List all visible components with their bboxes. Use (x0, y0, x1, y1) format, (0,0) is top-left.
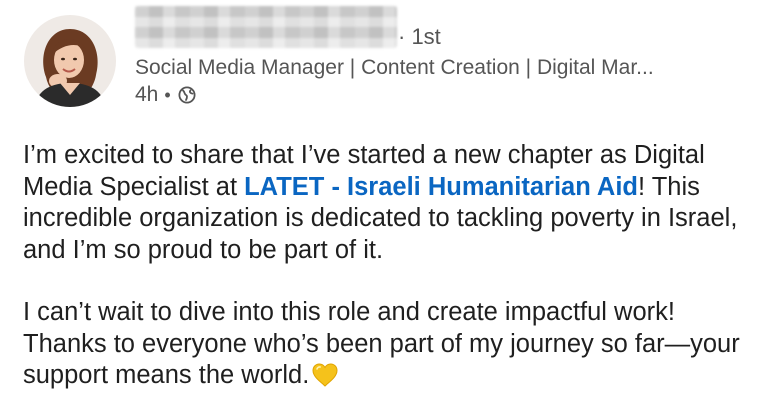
author-avatar[interactable] (24, 15, 116, 107)
author-headline: Social Media Manager | Content Creation … (135, 56, 654, 79)
post-paragraph-2: I can’t wait to dive into this role and … (23, 297, 758, 392)
author-name-redacted[interactable] (135, 6, 397, 48)
post-body: I’m excited to share that I’ve started a… (23, 140, 758, 392)
meta-separator: • (164, 84, 171, 105)
post-time: 4h (135, 83, 159, 106)
linkedin-post: · 1st Social Media Manager | Content Cre… (0, 0, 768, 420)
globe-icon (178, 86, 196, 104)
connection-degree: · 1st (398, 24, 441, 49)
post-meta: 4h • (135, 82, 196, 108)
company-link[interactable]: LATET - Israeli Humanitarian Aid (244, 173, 638, 201)
post-paragraph-1: I’m excited to share that I’ve started a… (23, 140, 758, 266)
paragraph-2-text: I can’t wait to dive into this role and … (23, 298, 740, 389)
yellow-heart-icon (311, 362, 339, 388)
